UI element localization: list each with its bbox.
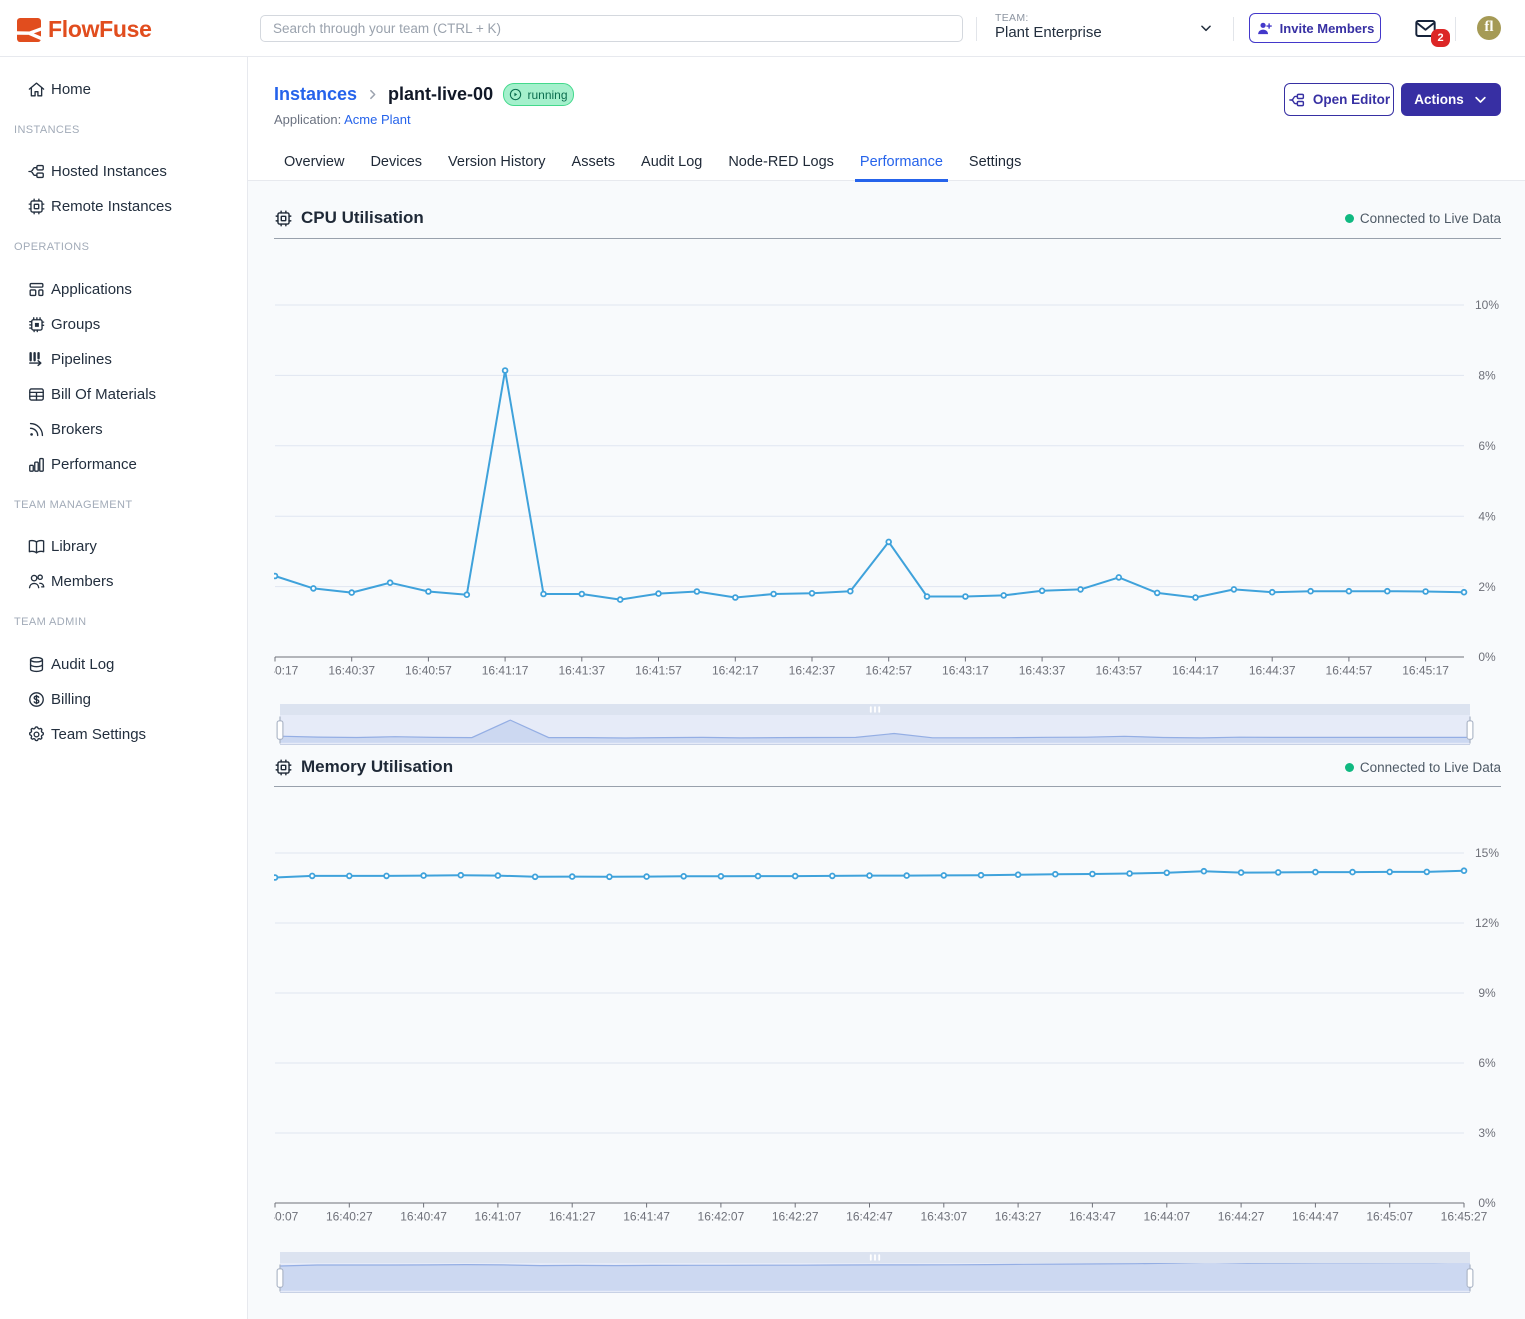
- svg-text:16:40:07: 16:40:07: [274, 1210, 299, 1224]
- svg-text:16:40:37: 16:40:37: [328, 664, 375, 678]
- svg-text:6%: 6%: [1478, 439, 1496, 453]
- svg-text:16:44:27: 16:44:27: [1218, 1210, 1265, 1224]
- svg-text:16:43:37: 16:43:37: [1019, 664, 1066, 678]
- svg-text:16:42:47: 16:42:47: [846, 1210, 893, 1224]
- svg-text:16:42:57: 16:42:57: [865, 664, 912, 678]
- svg-text:16:43:47: 16:43:47: [1069, 1210, 1116, 1224]
- svg-text:8%: 8%: [1478, 369, 1496, 383]
- svg-text:10%: 10%: [1475, 298, 1499, 312]
- svg-text:16:45:17: 16:45:17: [1402, 664, 1449, 678]
- svg-text:16:44:57: 16:44:57: [1326, 664, 1373, 678]
- svg-text:16:42:27: 16:42:27: [772, 1210, 819, 1224]
- svg-text:16:45:07: 16:45:07: [1366, 1210, 1413, 1224]
- svg-text:16:41:07: 16:41:07: [475, 1210, 522, 1224]
- svg-text:0%: 0%: [1478, 1196, 1496, 1210]
- svg-text:9%: 9%: [1478, 986, 1496, 1000]
- svg-text:16:41:27: 16:41:27: [549, 1210, 596, 1224]
- svg-text:16:43:17: 16:43:17: [942, 664, 989, 678]
- svg-text:16:40:17: 16:40:17: [274, 664, 299, 678]
- svg-text:15%: 15%: [1475, 846, 1499, 860]
- svg-text:16:44:17: 16:44:17: [1172, 664, 1219, 678]
- svg-text:16:40:27: 16:40:27: [326, 1210, 373, 1224]
- svg-text:6%: 6%: [1478, 1056, 1496, 1070]
- svg-text:16:41:17: 16:41:17: [482, 664, 529, 678]
- svg-text:16:42:07: 16:42:07: [698, 1210, 745, 1224]
- svg-text:16:44:47: 16:44:47: [1292, 1210, 1339, 1224]
- svg-text:16:45:27: 16:45:27: [1441, 1210, 1488, 1224]
- svg-text:12%: 12%: [1475, 916, 1499, 930]
- svg-text:16:44:37: 16:44:37: [1249, 664, 1296, 678]
- svg-text:16:42:17: 16:42:17: [712, 664, 759, 678]
- svg-text:16:43:27: 16:43:27: [995, 1210, 1042, 1224]
- svg-text:2%: 2%: [1478, 580, 1496, 594]
- svg-text:16:40:47: 16:40:47: [400, 1210, 447, 1224]
- svg-text:16:43:57: 16:43:57: [1095, 664, 1142, 678]
- svg-text:16:41:37: 16:41:37: [558, 664, 605, 678]
- svg-text:4%: 4%: [1478, 509, 1496, 523]
- svg-text:0%: 0%: [1478, 650, 1496, 664]
- svg-text:16:44:07: 16:44:07: [1143, 1210, 1190, 1224]
- svg-text:16:43:07: 16:43:07: [920, 1210, 967, 1224]
- svg-text:3%: 3%: [1478, 1126, 1496, 1140]
- svg-text:16:41:47: 16:41:47: [623, 1210, 670, 1224]
- svg-text:16:40:57: 16:40:57: [405, 664, 452, 678]
- svg-text:16:41:57: 16:41:57: [635, 664, 682, 678]
- svg-text:16:42:37: 16:42:37: [789, 664, 836, 678]
